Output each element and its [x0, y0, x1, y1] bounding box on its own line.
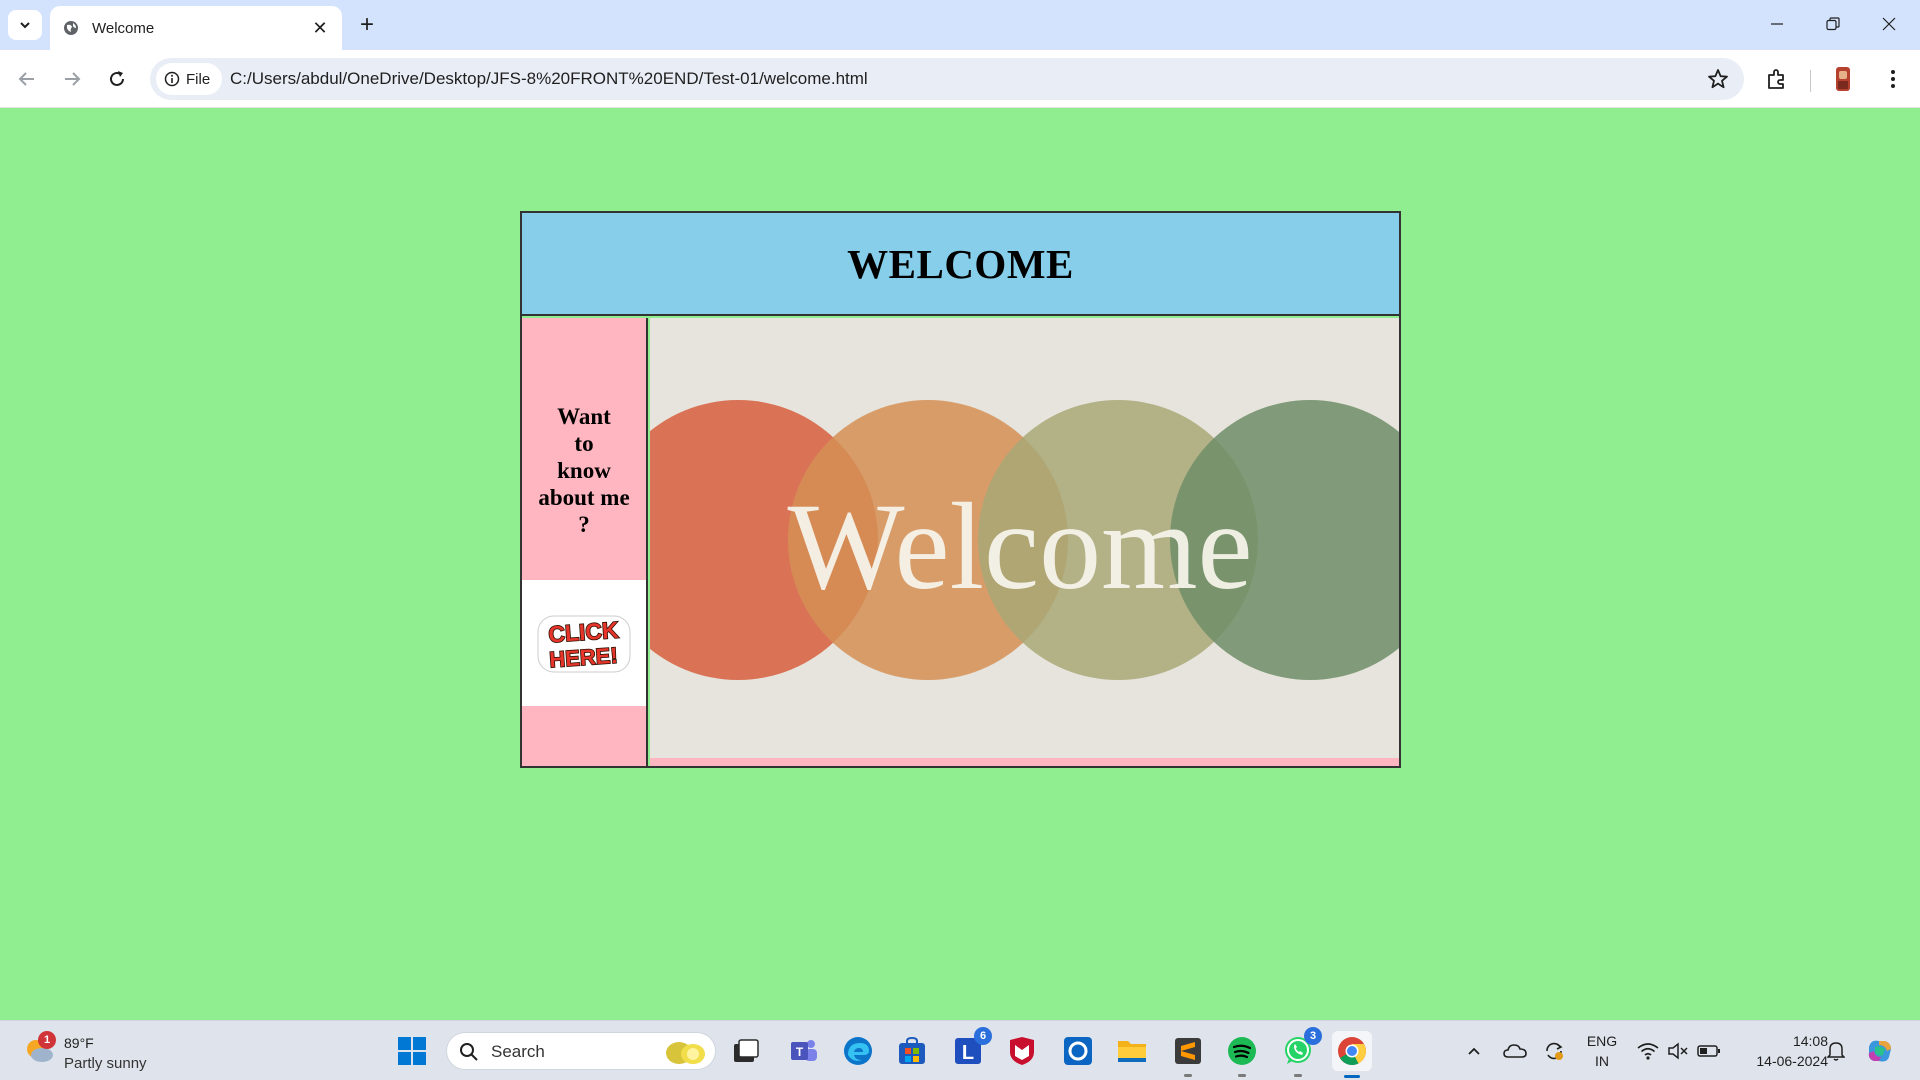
url-text[interactable]: C:/Users/abdul/OneDrive/Desktop/JFS-8%20… — [230, 69, 868, 89]
clock-date: 14-06-2024 — [1756, 1053, 1828, 1069]
banner-welcome-text: Welcome — [787, 478, 1252, 615]
new-tab-button[interactable]: + — [352, 10, 382, 40]
about-me-prompt: Want to know about me ? — [522, 403, 646, 538]
clock-time: 14:08 — [1792, 1033, 1828, 1049]
prompt-line-2: to — [574, 431, 594, 456]
address-bar[interactable]: File C:/Users/abdul/OneDrive/Desktop/JFS… — [150, 58, 1744, 100]
browser-tab-strip: Welcome ✕ + — [0, 0, 1920, 50]
sidebar-cell: Want to know about me ? CLICK HERE! — [522, 318, 648, 766]
image-cell: Welcome — [650, 318, 1399, 766]
search-highlight-lemon-icon — [666, 1042, 705, 1064]
cortana-app-icon[interactable] — [1058, 1031, 1098, 1071]
weather-alert-badge: 1 — [38, 1031, 56, 1049]
close-tab-icon[interactable]: ✕ — [308, 16, 332, 40]
forward-button[interactable] — [55, 62, 89, 96]
weather-description: Partly sunny — [64, 1055, 147, 1072]
tab-search-button[interactable] — [8, 10, 42, 40]
spotify-running-indicator — [1238, 1074, 1246, 1077]
spotify-app-icon[interactable] — [1222, 1031, 1262, 1077]
file-explorer-icon[interactable] — [1112, 1031, 1152, 1071]
info-icon — [164, 71, 180, 87]
whatsapp-app-icon[interactable]: 3 — [1278, 1027, 1322, 1077]
welcome-table: WELCOME Want to know about me ? CLICK HE… — [520, 211, 1401, 768]
sublime-running-indicator — [1184, 1074, 1192, 1077]
chrome-app-icon[interactable] — [1332, 1031, 1372, 1078]
toolbar-divider — [1810, 70, 1811, 92]
chevron-down-icon — [20, 22, 30, 29]
site-info-chip[interactable]: File — [156, 63, 223, 95]
browser-tab-welcome[interactable]: Welcome ✕ — [50, 6, 342, 50]
lens-app-icon[interactable]: L 6 — [948, 1027, 992, 1071]
restore-button[interactable] — [1810, 6, 1856, 42]
page-title: WELCOME — [847, 240, 1074, 287]
windows-logo-icon — [398, 1037, 426, 1065]
wifi-icon[interactable] — [1634, 1031, 1662, 1071]
show-hidden-icons-chevron-icon[interactable] — [1462, 1031, 1486, 1071]
back-button[interactable] — [10, 62, 44, 96]
svg-text:L: L — [962, 1042, 974, 1064]
lens-notification-badge: 6 — [974, 1027, 992, 1045]
welcome-banner-image: Welcome — [650, 318, 1399, 758]
chrome-active-indicator — [1344, 1075, 1360, 1078]
prompt-line-1: Want — [557, 404, 611, 429]
copilot-icon[interactable] — [1862, 1031, 1898, 1071]
sublime-text-icon[interactable] — [1168, 1031, 1208, 1077]
mcafee-app-icon[interactable] — [1002, 1031, 1042, 1071]
click-here-sticker-icon: CLICK HERE! — [537, 615, 631, 673]
system-clock[interactable]: 14:08 14-06-2024 — [1728, 1031, 1828, 1071]
click-sticker-bottom: HERE! — [548, 643, 618, 673]
sync-icon[interactable] — [1538, 1031, 1570, 1071]
notification-bell-icon[interactable] — [1824, 1031, 1848, 1071]
search-icon — [460, 1043, 478, 1061]
globe-icon — [62, 19, 80, 37]
search-label: Search — [491, 1042, 545, 1061]
weather-temperature: 89°F — [64, 1035, 94, 1051]
whatsapp-running-indicator — [1294, 1074, 1302, 1077]
task-view-button[interactable] — [726, 1031, 766, 1071]
minimize-button[interactable] — [1754, 6, 1800, 42]
profile-avatar[interactable] — [1828, 64, 1858, 94]
tab-title: Welcome — [92, 19, 155, 37]
close-window-button[interactable] — [1866, 6, 1912, 42]
taskbar-search-box[interactable]: Search — [446, 1032, 716, 1070]
language-code: ENG — [1586, 1033, 1618, 1049]
restore-icon — [1826, 17, 1840, 31]
weather-widget[interactable]: 1 89°F Partly sunny — [22, 1029, 162, 1073]
prompt-line-3: know — [557, 458, 611, 483]
region-code: IN — [1595, 1053, 1609, 1069]
language-indicator[interactable]: ENG IN — [1580, 1031, 1624, 1071]
close-icon — [1882, 17, 1896, 31]
microsoft-store-icon[interactable] — [892, 1031, 932, 1071]
edge-browser-icon[interactable] — [838, 1031, 878, 1071]
start-button[interactable] — [392, 1031, 432, 1071]
arrow-left-icon — [18, 72, 34, 86]
arrow-right-icon — [65, 72, 81, 86]
onedrive-cloud-icon[interactable] — [1500, 1031, 1530, 1071]
windows-taskbar: 1 89°F Partly sunny Search T L 6 3 ENG I… — [0, 1020, 1920, 1080]
extensions-puzzle-icon[interactable] — [1762, 64, 1792, 94]
reload-icon — [110, 71, 124, 86]
battery-icon[interactable] — [1694, 1031, 1724, 1071]
minimize-icon — [1771, 23, 1783, 25]
header-cell: WELCOME — [522, 213, 1399, 316]
prompt-line-5: ? — [578, 512, 590, 537]
click-here-link[interactable]: CLICK HERE! — [522, 580, 646, 706]
task-view-icon — [734, 1039, 759, 1062]
site-info-label: File — [186, 70, 211, 88]
volume-muted-icon[interactable] — [1664, 1031, 1692, 1071]
svg-text:T: T — [796, 1045, 804, 1059]
reload-button[interactable] — [100, 62, 134, 96]
prompt-line-4: about me — [538, 485, 630, 510]
whatsapp-notification-badge: 3 — [1304, 1027, 1322, 1045]
browser-menu-icon[interactable] — [1878, 64, 1908, 94]
teams-app-icon[interactable]: T — [784, 1031, 824, 1071]
browser-toolbar: File C:/Users/abdul/OneDrive/Desktop/JFS… — [0, 50, 1920, 108]
bookmark-star-icon[interactable] — [1706, 67, 1730, 91]
